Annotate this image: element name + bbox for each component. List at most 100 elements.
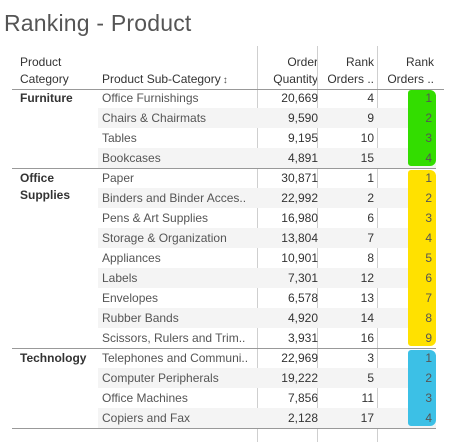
subcategory-cell: Copiers and Fax — [102, 411, 191, 425]
quantity-cell: 4,891 — [287, 151, 318, 165]
table-row[interactable]: Copiers and Fax 2,128 17 4 — [98, 408, 436, 428]
quantity-cell: 10,901 — [281, 251, 318, 265]
rank-cell: 10 — [360, 131, 374, 145]
table-row[interactable]: Computer Peripherals 19,222 5 2 — [98, 368, 436, 388]
subcategory-cell: Envelopes — [102, 291, 159, 305]
category-label: Technology — [20, 350, 86, 367]
category-label: Furniture — [20, 90, 73, 107]
table-row[interactable]: Pens & Art Supplies 16,980 6 3 — [98, 208, 436, 228]
category-label-line: Office — [20, 171, 55, 185]
column-header-rank-in-category[interactable]: Rank Orders .. — [378, 54, 434, 88]
column-header-subcategory[interactable]: Product Sub-Category ↕ — [102, 71, 228, 89]
rank-cell: 6 — [367, 211, 374, 225]
rank-in-category-cell: 7 — [425, 291, 432, 305]
quantity-cell: 16,980 — [281, 211, 318, 225]
quantity-cell: 22,992 — [281, 191, 318, 205]
table-row[interactable]: Storage & Organization 13,804 7 4 — [98, 228, 436, 248]
column-header-rank-orders-line1: Rank — [345, 55, 374, 69]
rank-cell: 17 — [360, 411, 374, 425]
table-row[interactable]: Binders and Binder Acces.. 22,992 2 2 — [98, 188, 436, 208]
column-header-rank-orders[interactable]: Rank Orders .. — [318, 54, 374, 88]
quantity-cell: 7,856 — [287, 391, 318, 405]
rank-cell: 9 — [367, 111, 374, 125]
subcategory-cell: Office Machines — [102, 391, 188, 405]
table-row[interactable]: Bookcases 4,891 15 4 — [98, 148, 436, 168]
column-header-rank-in-category-line2: Orders .. — [387, 72, 434, 86]
table-row[interactable]: Labels 7,301 12 6 — [98, 268, 436, 288]
rank-cell: 4 — [367, 91, 374, 105]
column-header-quantity-line2: Quantity — [273, 72, 318, 86]
rank-in-category-cell: 3 — [425, 131, 432, 145]
subcategory-cell: Office Furnishings — [102, 91, 199, 105]
subcategory-cell: Storage & Organization — [102, 231, 227, 245]
rank-in-category-cell: 3 — [425, 211, 432, 225]
subcategory-cell: Chairs & Chairmats — [102, 111, 207, 125]
table-row[interactable]: Telephones and Communi.. 22,969 3 1 — [98, 348, 436, 368]
subcategory-cell: Computer Peripherals — [102, 371, 219, 385]
rank-cell: 2 — [367, 191, 374, 205]
quantity-cell: 13,804 — [281, 231, 318, 245]
subcategory-cell: Telephones and Communi.. — [102, 351, 249, 365]
quantity-cell: 20,669 — [281, 91, 318, 105]
table-row[interactable]: Scissors, Rulers and Trim.. 3,931 16 9 — [98, 328, 436, 348]
table-row[interactable]: Chairs & Chairmats 9,590 9 2 — [98, 108, 436, 128]
table-row[interactable]: Rubber Bands 4,920 14 8 — [98, 308, 436, 328]
rank-in-category-cell: 9 — [425, 331, 432, 345]
rank-in-category-cell: 1 — [425, 171, 432, 185]
subcategory-cell: Paper — [102, 171, 135, 185]
quantity-cell: 9,590 — [287, 111, 318, 125]
quantity-cell: 4,920 — [287, 311, 318, 325]
rank-in-category-cell: 2 — [425, 371, 432, 385]
quantity-cell: 6,578 — [287, 291, 318, 305]
rank-in-category-cell: 3 — [425, 391, 432, 405]
rank-in-category-cell: 4 — [425, 151, 432, 165]
quantity-cell: 2,128 — [287, 411, 318, 425]
table-row[interactable]: Tables 9,195 10 3 — [98, 128, 436, 148]
column-header-quantity[interactable]: Order Quantity — [252, 54, 318, 88]
column-header-rank-in-category-line1: Rank — [405, 55, 434, 69]
table-row[interactable]: Envelopes 6,578 13 7 — [98, 288, 436, 308]
quantity-cell: 19,222 — [281, 371, 318, 385]
rank-cell: 5 — [367, 371, 374, 385]
rank-in-category-cell: 6 — [425, 271, 432, 285]
column-header-category-line1: Product — [20, 55, 62, 69]
column-header-category[interactable]: Product Category — [20, 54, 69, 88]
rank-in-category-cell: 8 — [425, 311, 432, 325]
rank-cell: 1 — [367, 171, 374, 185]
subcategory-cell: Scissors, Rulers and Trim.. — [102, 331, 246, 345]
column-header-quantity-line1: Order — [287, 55, 318, 69]
quantity-cell: 7,301 — [287, 271, 318, 285]
subcategory-cell: Tables — [102, 131, 137, 145]
rank-cell: 11 — [361, 391, 374, 405]
category-label-line: Supplies — [20, 188, 71, 202]
subcategory-cell: Rubber Bands — [102, 311, 179, 325]
quantity-cell: 22,969 — [281, 351, 318, 365]
table-row[interactable]: Office Furnishings 20,669 4 1 — [98, 88, 436, 108]
rank-cell: 3 — [367, 351, 374, 365]
table-row[interactable]: Appliances 10,901 8 5 — [98, 248, 436, 268]
group-divider — [12, 428, 436, 429]
category-label-line: Furniture — [20, 91, 73, 105]
subcategory-cell: Binders and Binder Acces.. — [102, 191, 247, 205]
rank-cell: 13 — [360, 291, 374, 305]
category-label: Office Supplies — [20, 170, 70, 204]
sort-az-icon[interactable]: ↕ — [223, 75, 228, 86]
table-row[interactable]: Paper 30,871 1 1 — [98, 168, 436, 188]
page-title: Ranking - Product — [4, 10, 192, 36]
table-row[interactable]: Office Machines 7,856 11 3 — [98, 388, 436, 408]
column-header-rank-orders-line2: Orders .. — [327, 72, 374, 86]
column-header-subcategory-label: Product Sub-Category — [102, 72, 221, 86]
column-header-category-line2: Category — [20, 72, 69, 86]
quantity-cell: 9,195 — [287, 131, 318, 145]
rank-in-category-cell: 2 — [425, 111, 432, 125]
rank-in-category-cell: 4 — [425, 411, 432, 425]
rank-cell: 14 — [360, 311, 374, 325]
subcategory-cell: Bookcases — [102, 151, 161, 165]
rank-in-category-cell: 1 — [425, 351, 432, 365]
quantity-cell: 30,871 — [281, 171, 318, 185]
subcategory-cell: Pens & Art Supplies — [102, 211, 209, 225]
rank-in-category-cell: 4 — [425, 231, 432, 245]
rank-cell: 16 — [360, 331, 374, 345]
rank-cell: 7 — [367, 231, 374, 245]
quantity-cell: 3,931 — [287, 331, 318, 345]
